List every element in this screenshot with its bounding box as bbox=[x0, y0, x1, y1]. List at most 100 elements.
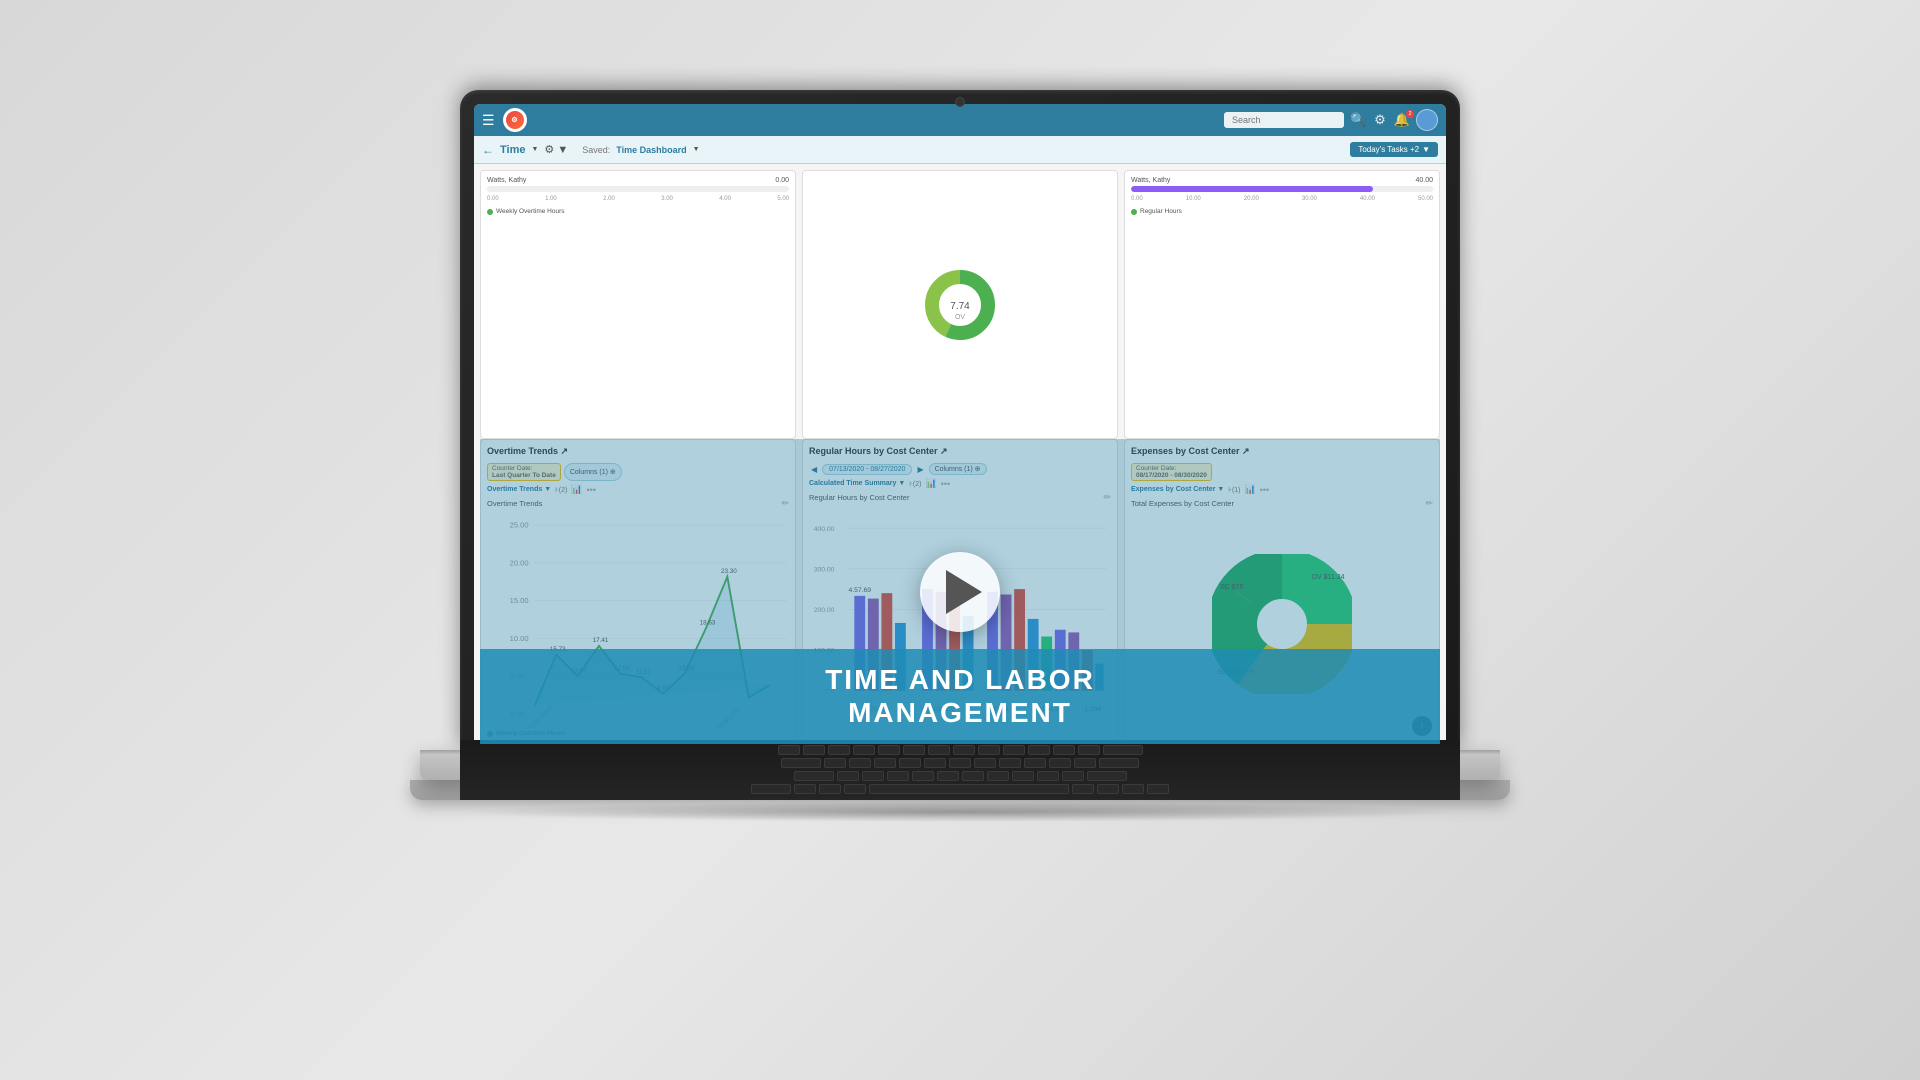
weekly-overtime-card: Watts, Kathy 0.00 0.00 1.00 2.00 3.00 bbox=[480, 170, 796, 439]
key-alt bbox=[819, 784, 841, 794]
alert-badge[interactable]: 🔔 2 bbox=[1392, 112, 1412, 128]
nav-search-area: 🔍 ⚙ 🔔 2 bbox=[1224, 109, 1438, 131]
regular-hours-legend-dot bbox=[1131, 209, 1137, 215]
rh-x-3: 30.00 bbox=[1302, 196, 1317, 202]
key bbox=[987, 771, 1009, 781]
laptop-base bbox=[420, 750, 1500, 780]
key bbox=[912, 771, 934, 781]
key bbox=[1074, 758, 1096, 768]
key bbox=[1037, 771, 1059, 781]
notifications-badge[interactable]: ⚙ bbox=[1372, 112, 1388, 128]
rh-x-2: 20.00 bbox=[1244, 196, 1259, 202]
person-row-2: Watts, Kathy 40.00 bbox=[1131, 177, 1433, 184]
key bbox=[978, 745, 1000, 755]
rh-x-0: 0.00 bbox=[1131, 196, 1143, 202]
video-title-line2: MANAGEMENT bbox=[500, 696, 1420, 730]
person-value-2: 40.00 bbox=[1415, 177, 1433, 184]
legend-label: Weekly Overtime Hours bbox=[496, 208, 565, 215]
regular-hours-card: Watts, Kathy 40.00 0.00 10.00 20.00 30.0… bbox=[1124, 170, 1440, 439]
laptop-shadow bbox=[460, 802, 1460, 822]
key-wide bbox=[781, 758, 821, 768]
hamburger-menu-icon[interactable]: ☰ bbox=[482, 112, 495, 129]
back-button[interactable]: ← bbox=[482, 143, 494, 157]
person-value: 0.00 bbox=[775, 177, 789, 184]
key-wide bbox=[1099, 758, 1139, 768]
key bbox=[853, 745, 875, 755]
keyboard-row-2 bbox=[490, 758, 1430, 768]
dashboard-name[interactable]: Time Dashboard bbox=[616, 145, 686, 155]
donut-chart-area: 7.74 OV bbox=[809, 177, 1111, 432]
search-icon[interactable]: 🔍 bbox=[1348, 110, 1368, 130]
key bbox=[828, 745, 850, 755]
video-title-line1: TIME AND LABOR bbox=[500, 663, 1420, 697]
key-ctrl bbox=[751, 784, 791, 794]
key-wide bbox=[1087, 771, 1127, 781]
key-cmd bbox=[844, 784, 866, 794]
keyboard-row-1 bbox=[490, 745, 1430, 755]
key bbox=[949, 758, 971, 768]
screen-bezel: ☰ ⚙ 🔍 ⚙ 🔔 2 bbox=[474, 104, 1446, 750]
key-fn bbox=[794, 784, 816, 794]
key bbox=[953, 745, 975, 755]
regular-hours-legend-label: Regular Hours bbox=[1140, 208, 1182, 215]
key-wide bbox=[794, 771, 834, 781]
x-axis-3: 3.00 bbox=[661, 196, 673, 202]
video-overlay[interactable]: TIME AND LABOR MANAGEMENT bbox=[480, 439, 1440, 744]
badge-count: 2 bbox=[1406, 110, 1414, 118]
key bbox=[878, 745, 900, 755]
bottom-chart-row: Overtime Trends ↗ Counter Date:Last Quar… bbox=[480, 439, 1440, 744]
laptop-device: ☰ ⚙ 🔍 ⚙ 🔔 2 bbox=[410, 90, 1510, 990]
key bbox=[1078, 745, 1100, 755]
user-avatar[interactable] bbox=[1416, 109, 1438, 131]
tasks-button[interactable]: Today's Tasks +2 ▼ bbox=[1350, 142, 1438, 157]
key-wide bbox=[1103, 745, 1143, 755]
key bbox=[1024, 758, 1046, 768]
key-alt-r bbox=[1097, 784, 1119, 794]
dashboard-content: Watts, Kathy 0.00 0.00 1.00 2.00 3.00 bbox=[474, 164, 1446, 750]
x-axis-2: 2.00 bbox=[603, 196, 615, 202]
regular-hours-bar-fill bbox=[1131, 186, 1373, 192]
key bbox=[1003, 745, 1025, 755]
key-cmd-r bbox=[1072, 784, 1094, 794]
key bbox=[803, 745, 825, 755]
laptop-screen: ☰ ⚙ 🔍 ⚙ 🔔 2 bbox=[460, 90, 1460, 750]
settings-icon[interactable]: ⚙ bbox=[1372, 110, 1388, 129]
person-row: Watts, Kathy 0.00 bbox=[487, 177, 789, 184]
settings-cog-icon[interactable]: ⚙ ▼ bbox=[544, 143, 568, 156]
top-chart-row: Watts, Kathy 0.00 0.00 1.00 2.00 3.00 bbox=[480, 170, 1440, 439]
key bbox=[1062, 771, 1084, 781]
overtime-legend: Weekly Overtime Hours bbox=[487, 208, 789, 215]
top-navigation: ☰ ⚙ 🔍 ⚙ 🔔 2 bbox=[474, 104, 1446, 136]
tasks-label: Today's Tasks +2 bbox=[1358, 145, 1419, 154]
x-axis-0: 0.00 bbox=[487, 196, 499, 202]
key bbox=[837, 771, 859, 781]
x-axis-1: 1.00 bbox=[545, 196, 557, 202]
rh-x-1: 10.00 bbox=[1186, 196, 1201, 202]
key bbox=[1049, 758, 1071, 768]
sub-navigation: ← Time ▼ ⚙ ▼ Saved: Time Dashboard ▼ Tod… bbox=[474, 136, 1446, 164]
svg-text:7.74: 7.74 bbox=[950, 301, 970, 312]
svg-text:OV: OV bbox=[955, 314, 965, 321]
keyboard-row-4 bbox=[490, 784, 1430, 794]
app-logo: ⚙ bbox=[503, 108, 527, 132]
key bbox=[874, 758, 896, 768]
saved-label: Saved: bbox=[582, 145, 610, 155]
person-label-2: Watts, Kathy bbox=[1131, 177, 1170, 184]
key bbox=[824, 758, 846, 768]
key-arrow-l bbox=[1122, 784, 1144, 794]
dashboard-dropdown-icon[interactable]: ▼ bbox=[693, 146, 700, 153]
module-title[interactable]: Time bbox=[500, 144, 525, 156]
keyboard bbox=[460, 740, 1460, 800]
x-axis-4: 4.00 bbox=[719, 196, 731, 202]
key bbox=[1053, 745, 1075, 755]
search-input[interactable] bbox=[1224, 112, 1344, 128]
key bbox=[937, 771, 959, 781]
overtime-bar bbox=[487, 186, 789, 192]
key bbox=[778, 745, 800, 755]
play-button[interactable] bbox=[920, 552, 1000, 632]
module-dropdown-icon[interactable]: ▼ bbox=[531, 146, 538, 153]
rh-x-5: 50.00 bbox=[1418, 196, 1433, 202]
key bbox=[1012, 771, 1034, 781]
key bbox=[928, 745, 950, 755]
legend-dot bbox=[487, 209, 493, 215]
